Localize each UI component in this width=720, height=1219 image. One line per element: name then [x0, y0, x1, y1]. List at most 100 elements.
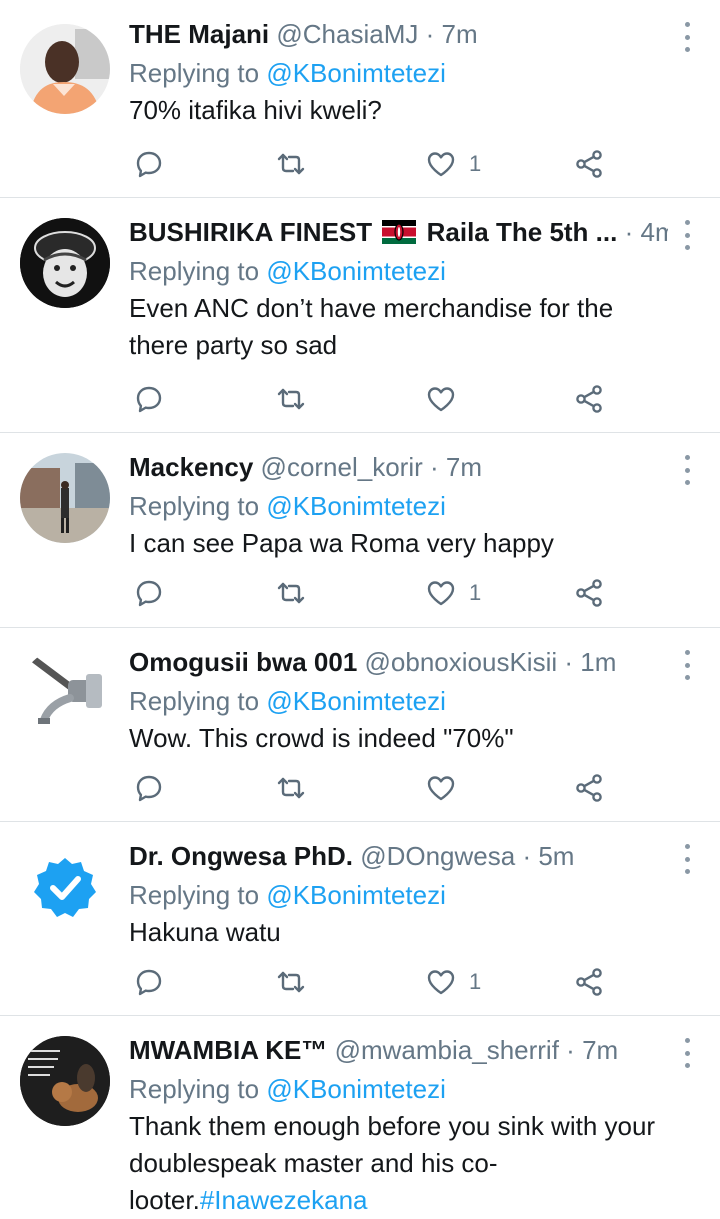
replying-to: Replying to @KBonimtetezi [129, 487, 668, 525]
person-photo-icon [20, 24, 110, 114]
retweet-button[interactable] [275, 379, 307, 419]
like-button[interactable] [425, 768, 469, 808]
retweet-button[interactable] [275, 962, 307, 1002]
tweet-header: Omogusii bwa 001 @obnoxiousKisii · 1m [129, 642, 668, 682]
reply-button[interactable] [133, 144, 165, 184]
mention-link[interactable]: @KBonimtetezi [266, 880, 446, 910]
timestamp[interactable]: 7m [442, 19, 478, 49]
separator-dot: · [425, 19, 435, 49]
share-icon [573, 383, 605, 415]
mention-link[interactable]: @KBonimtetezi [266, 58, 446, 88]
timestamp[interactable]: 4m [640, 217, 668, 247]
more-options-icon[interactable] [680, 455, 694, 485]
separator-dot: · [430, 452, 439, 482]
replying-to: Replying to @KBonimtetezi [129, 1070, 668, 1108]
display-name-suffix[interactable]: Raila The 5th ... [427, 217, 618, 247]
more-options-icon[interactable] [680, 1038, 694, 1068]
tweet-item[interactable]: Mackency @cornel_korir · 7m Replying to … [0, 433, 720, 628]
tweet-item[interactable]: Omogusii bwa 001 @obnoxiousKisii · 1m Re… [0, 628, 720, 822]
timestamp[interactable]: 1m [580, 647, 616, 677]
replying-to: Replying to @KBonimtetezi [129, 54, 668, 92]
kenya-flag-icon [382, 220, 417, 244]
replying-label: Replying to [129, 880, 260, 910]
timestamp[interactable]: 7m [446, 452, 482, 482]
replying-to: Replying to @KBonimtetezi [129, 252, 668, 290]
hashtag-link[interactable]: #Inawezekana [200, 1185, 368, 1215]
like-button[interactable]: 1 [425, 962, 481, 1002]
avatar[interactable] [20, 842, 110, 932]
tweet-item[interactable]: THE Majani @ChasiaMJ · 7m Replying to @K… [0, 0, 720, 198]
replying-to: Replying to @KBonimtetezi [129, 876, 668, 914]
tweet-actions [129, 379, 609, 419]
user-handle[interactable]: @ChasiaMJ [276, 19, 418, 49]
like-button[interactable] [425, 379, 469, 419]
share-button[interactable] [573, 768, 605, 808]
share-button[interactable] [573, 379, 605, 419]
dog-photo-icon [20, 1036, 110, 1126]
user-handle[interactable]: @cornel_korir [261, 452, 423, 482]
mention-link[interactable]: @KBonimtetezi [266, 686, 446, 716]
tweet-item[interactable]: BUSHIRIKA FINEST Raila The 5th ... · 4m … [0, 198, 720, 433]
reply-button[interactable] [133, 962, 165, 1002]
display-name[interactable]: THE Majani [129, 19, 269, 49]
avatar[interactable] [20, 218, 110, 308]
timestamp[interactable]: 7m [582, 1035, 618, 1065]
replying-label: Replying to [129, 58, 260, 88]
cartoon-portrait-icon [20, 218, 110, 308]
tweet-item[interactable]: Dr. Ongwesa PhD. @DOngwesa · 5m Replying… [0, 822, 720, 1016]
reply-icon [133, 772, 165, 804]
more-options-icon[interactable] [680, 844, 694, 874]
more-options-icon[interactable] [680, 22, 694, 52]
display-name[interactable]: Mackency [129, 452, 253, 482]
mention-link[interactable]: @KBonimtetezi [266, 256, 446, 286]
replying-label: Replying to [129, 686, 260, 716]
replying-label: Replying to [129, 491, 260, 521]
separator-dot: · [564, 647, 574, 677]
reply-button[interactable] [133, 379, 165, 419]
retweet-button[interactable] [275, 768, 307, 808]
share-button[interactable] [573, 144, 605, 184]
like-button[interactable]: 1 [425, 573, 481, 613]
tweet-header: Mackency @cornel_korir · 7m [129, 447, 668, 487]
mention-link[interactable]: @KBonimtetezi [266, 491, 446, 521]
tweet-header: Dr. Ongwesa PhD. @DOngwesa · 5m [129, 836, 668, 876]
reply-icon [133, 383, 165, 415]
tweet-text: Wow. This crowd is indeed "70%" [129, 723, 514, 753]
avatar[interactable] [20, 648, 110, 738]
tweet-item[interactable]: MWAMBIA KE™ @mwambia_sherrif · 7m Replyi… [0, 1016, 720, 1215]
retweet-button[interactable] [275, 144, 307, 184]
user-handle[interactable]: @mwambia_sherrif [335, 1035, 559, 1065]
share-button[interactable] [573, 573, 605, 613]
tweet-header: THE Majani @ChasiaMJ · 7m [129, 14, 668, 54]
replying-label: Replying to [129, 1074, 260, 1104]
tweet-text: I can see Papa wa Roma very happy [129, 528, 554, 558]
avatar[interactable] [20, 24, 110, 114]
verified-badge-icon [20, 842, 110, 932]
share-icon [573, 966, 605, 998]
heart-icon [425, 148, 457, 180]
retweet-icon [275, 383, 307, 415]
like-button[interactable]: 1 [425, 144, 481, 184]
display-name[interactable]: Dr. Ongwesa PhD. [129, 841, 353, 871]
share-button[interactable] [573, 962, 605, 1002]
display-name[interactable]: BUSHIRIKA FINEST [129, 217, 372, 247]
tweet-actions: 1 [129, 573, 609, 613]
more-options-icon[interactable] [680, 650, 694, 680]
user-handle[interactable]: @obnoxiousKisii [365, 647, 558, 677]
retweet-icon [275, 966, 307, 998]
avatar[interactable] [20, 453, 110, 543]
reply-button[interactable] [133, 573, 165, 613]
heart-icon [425, 772, 457, 804]
timestamp[interactable]: 5m [538, 841, 574, 871]
retweet-button[interactable] [275, 573, 307, 613]
avatar[interactable] [20, 1036, 110, 1126]
display-name[interactable]: Omogusii bwa 001 [129, 647, 357, 677]
more-options-icon[interactable] [680, 220, 694, 250]
like-count: 1 [469, 580, 482, 605]
mention-link[interactable]: @KBonimtetezi [266, 1074, 446, 1104]
display-name[interactable]: MWAMBIA KE™ [129, 1035, 327, 1065]
tweet-text: Even ANC don’t have merchandise for the … [129, 293, 614, 360]
separator-dot: · [522, 841, 532, 871]
user-handle[interactable]: @DOngwesa [360, 841, 515, 871]
reply-button[interactable] [133, 768, 165, 808]
